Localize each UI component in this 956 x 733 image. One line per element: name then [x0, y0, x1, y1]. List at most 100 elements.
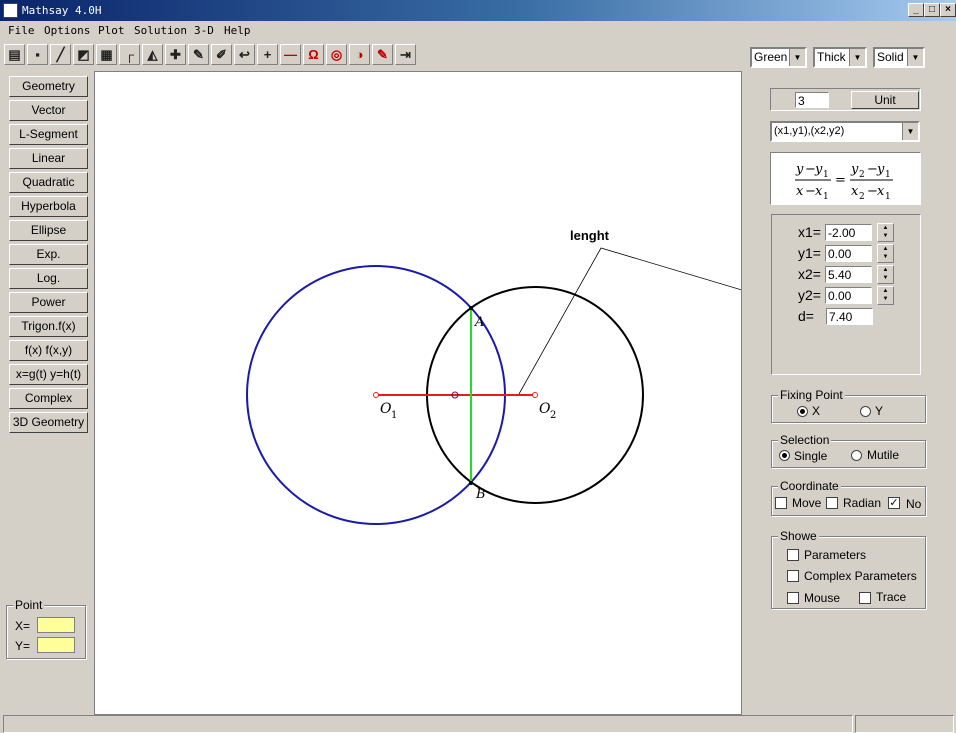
fixing-y-radio[interactable] [860, 406, 871, 417]
pen-line-icon[interactable]: ╱ [50, 44, 71, 65]
fixing-x-label: X [812, 404, 821, 418]
save-icon[interactable]: ▪ [27, 44, 48, 65]
axis-corner-icon[interactable]: ┌ [119, 44, 140, 65]
param-label-3: y2= [798, 287, 821, 303]
mouse-checkbox[interactable] [787, 592, 799, 604]
label-o2-sub: 2 [550, 410, 556, 421]
left-button-geometry[interactable]: Geometry [9, 76, 88, 97]
chevron-down-icon: ▼ [849, 49, 865, 66]
menu-3d[interactable]: 3-D [194, 24, 214, 37]
thickness-select[interactable]: Thick ▼ [813, 47, 867, 68]
crosshair-icon[interactable]: ✚ [165, 44, 186, 65]
formula-box: y − y 1 x − x 1 = y 2 − y 1 x 2 − x 1 [770, 152, 921, 205]
pencil-icon[interactable]: ✎ [188, 44, 209, 65]
mouse-label: Mouse [804, 591, 841, 605]
grid-icon[interactable]: ▦ [96, 44, 117, 65]
drawing-canvas[interactable]: lenght O 1 O 2 A B [94, 71, 742, 715]
radian-checkbox[interactable] [826, 497, 838, 509]
left-button-vector[interactable]: Vector [9, 100, 88, 121]
unit-input[interactable]: 3 [795, 92, 829, 108]
selection-single-radio[interactable] [779, 450, 790, 461]
minus-icon[interactable]: — [280, 44, 301, 65]
point-x-field[interactable] [37, 617, 75, 633]
point-a[interactable] [469, 306, 473, 310]
print-icon[interactable]: ▤ [4, 44, 25, 65]
f-num1-y1: y [814, 162, 823, 177]
wand-icon[interactable]: ✐ [211, 44, 232, 65]
color-select[interactable]: Green ▼ [750, 47, 807, 68]
menu-help[interactable]: Help [224, 24, 251, 37]
left-button-linear[interactable]: Linear [9, 148, 88, 169]
undo-arrow-icon[interactable]: ↩ [234, 44, 255, 65]
annotation-lenght: lenght [570, 228, 610, 243]
param-spinner-3[interactable]: ▲ ▼ [877, 286, 894, 305]
left-button-trigon-f-x[interactable]: Trigon.f(x) [9, 316, 88, 337]
left-button-l-segment[interactable]: L-Segment [9, 124, 88, 145]
half-circle-icon[interactable]: ◑ [349, 44, 370, 65]
param-label-4: d= [798, 308, 814, 324]
close-button[interactable]: × [940, 3, 956, 17]
left-button-hyperbola[interactable]: Hyperbola [9, 196, 88, 217]
style-select[interactable]: Solid ▼ [873, 47, 925, 68]
param-field-4[interactable]: 7.40 [826, 308, 873, 325]
trace-checkbox[interactable] [859, 592, 871, 604]
point-o2[interactable] [532, 392, 538, 398]
param-spinner-0[interactable]: ▲ ▼ [877, 223, 894, 242]
leader-line [518, 247, 741, 395]
f-num2-sub2: 2 [859, 170, 865, 180]
fixing-y-label: Y [875, 404, 884, 418]
mode-select[interactable]: (x1,y1),(x2,y2) ▼ [770, 121, 920, 142]
minimize-button[interactable]: _ [908, 3, 924, 17]
param-field-0[interactable]: -2.00 [825, 224, 872, 241]
point-o1[interactable] [373, 392, 379, 398]
f-den1-sub: 1 [823, 192, 829, 202]
magnet-icon[interactable]: Ω [303, 44, 324, 65]
fixing-x-radio[interactable] [797, 406, 808, 417]
eraser-icon[interactable]: ◩ [73, 44, 94, 65]
point-x-label: X= [15, 619, 31, 633]
maximize-button[interactable]: □ [924, 3, 940, 17]
left-button-f-x-f-x-y[interactable]: f(x) f(x,y) [9, 340, 88, 361]
param-spinner-1[interactable]: ▲ ▼ [877, 244, 894, 263]
menu-options[interactable]: Options [44, 24, 90, 37]
red-pencil-icon[interactable]: ✎ [372, 44, 393, 65]
left-button-ellipse[interactable]: Ellipse [9, 220, 88, 241]
triangle-icon[interactable]: ◭ [142, 44, 163, 65]
menu-solution[interactable]: Solution [134, 24, 187, 37]
thickness-select-value: Thick [817, 50, 846, 64]
unit-button[interactable]: Unit [851, 91, 919, 109]
menu-plot[interactable]: Plot [98, 24, 125, 37]
left-button-power[interactable]: Power [9, 292, 88, 313]
param-label-1: y1= [798, 245, 821, 261]
left-button-quadratic[interactable]: Quadratic [9, 172, 88, 193]
fixing-point-legend: Fixing Point [778, 388, 845, 402]
left-button-log[interactable]: Log. [9, 268, 88, 289]
left-button-x-g-t-y-h-t[interactable]: x=g(t) y=h(t) [9, 364, 88, 385]
chevron-down-icon: ▼ [902, 123, 918, 140]
point-y-field[interactable] [37, 637, 75, 653]
point-legend: Point [13, 598, 45, 612]
complex-parameters-checkbox[interactable] [787, 570, 799, 582]
move-checkbox[interactable] [775, 497, 787, 509]
no-checkbox[interactable]: ✓ [888, 497, 900, 509]
left-button-exp[interactable]: Exp. [9, 244, 88, 265]
label-o1-sub: 1 [391, 410, 397, 421]
menu-file[interactable]: File [8, 24, 35, 37]
showe-legend: Showe [778, 529, 819, 543]
param-field-1[interactable]: 0.00 [825, 245, 872, 262]
parameter-panel: x1= -2.00 ▲ ▼ y1= 0.00 ▲ ▼ x2= 5.40 ▲ ▼ y2= 0.00 ▲ ▼ d= 7… [771, 214, 921, 375]
exit-icon[interactable]: ⇥ [395, 44, 416, 65]
param-spinner-2[interactable]: ▲ ▼ [877, 265, 894, 284]
left-button-complex[interactable]: Complex [9, 388, 88, 409]
param-field-2[interactable]: 5.40 [825, 266, 872, 283]
selection-mutile-radio[interactable] [851, 450, 862, 461]
left-button-3d-geometry[interactable]: 3D Geometry [9, 412, 88, 433]
selection-single-label: Single [794, 449, 828, 463]
parameters-checkbox[interactable] [787, 549, 799, 561]
target-icon[interactable]: ◎ [326, 44, 347, 65]
plus-icon[interactable]: + [257, 44, 278, 65]
param-field-3[interactable]: 0.00 [825, 287, 872, 304]
color-select-value: Green [754, 50, 788, 64]
point-b[interactable] [469, 481, 473, 485]
label-a: A [474, 315, 484, 330]
